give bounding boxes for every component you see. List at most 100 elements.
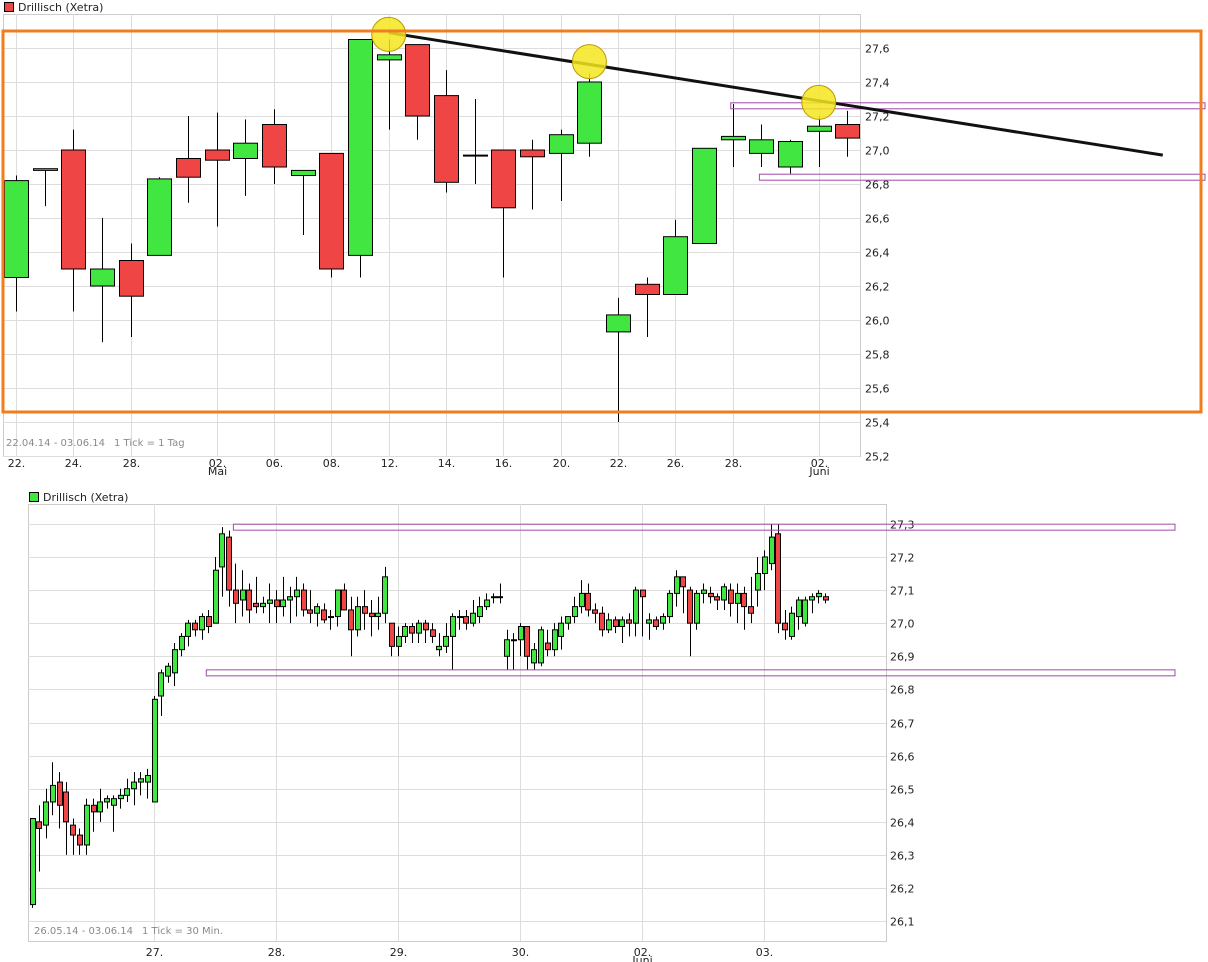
y-tick-label: 25,4 xyxy=(865,417,890,430)
candle-body-up xyxy=(328,616,334,619)
x-tick-label: 14. xyxy=(438,457,456,470)
candle-body-up xyxy=(30,818,36,906)
y-tick-label: 27,0 xyxy=(890,618,915,631)
candle-body-down xyxy=(348,609,354,631)
candle-body-down xyxy=(57,781,63,806)
x-tick-label: 24. xyxy=(65,457,83,470)
candle-body-up xyxy=(816,592,822,598)
candle-body-up xyxy=(470,612,476,624)
candle-body-up xyxy=(294,589,300,598)
candle-body-down xyxy=(835,124,860,139)
candle-body-up xyxy=(416,622,422,634)
candle-body-up xyxy=(646,619,652,624)
candle-body-up xyxy=(511,639,517,642)
candle-body-down xyxy=(520,149,545,158)
candle-body-up xyxy=(809,596,815,601)
candle-body-up xyxy=(97,801,103,813)
candle-body-down xyxy=(319,152,344,270)
candle-body-up xyxy=(531,649,537,664)
candle-body-down xyxy=(491,149,516,209)
candle-body-down xyxy=(782,622,788,631)
candle-body-down xyxy=(206,616,212,627)
y-tick-label: 27,0 xyxy=(865,145,890,158)
highlight-circle xyxy=(571,44,607,80)
candle-body-up xyxy=(477,606,483,618)
x-tick-label: 28. xyxy=(268,946,286,959)
candle-body-up xyxy=(402,625,408,637)
date-range-text: 22.04.14 - 03.06.14 xyxy=(6,438,105,449)
legend-label: Drillisch (Xetra) xyxy=(18,1,103,14)
support-resistance-zone xyxy=(205,669,1176,677)
candle-body-up xyxy=(778,141,803,168)
candle-body-down xyxy=(77,834,83,846)
legend-label: Drillisch (Xetra) xyxy=(43,491,128,504)
candle-body-up xyxy=(355,606,361,631)
candle-body-up xyxy=(199,616,205,631)
candle-body-up xyxy=(50,784,56,803)
candle-body-up xyxy=(796,599,802,618)
x-tick-label: 20. xyxy=(553,457,571,470)
trendline xyxy=(388,31,1164,157)
y-tick-label: 26,0 xyxy=(865,315,890,328)
candle-body-down xyxy=(341,589,347,611)
candle-body-up xyxy=(755,573,761,591)
y-tick-label: 26,6 xyxy=(890,751,915,764)
candle-body-up xyxy=(450,616,456,637)
candle-body-up xyxy=(463,154,488,157)
candle-body-up xyxy=(131,781,137,790)
candle-body-up xyxy=(375,612,381,618)
candle-body-up xyxy=(260,602,266,608)
candle-body-down xyxy=(592,609,598,614)
candle-body-up xyxy=(633,589,639,624)
candle-body-up xyxy=(692,147,717,244)
candle-body-up xyxy=(233,142,258,159)
candle-body-up xyxy=(619,619,625,627)
candle-body-up xyxy=(335,589,341,618)
candle-body-up xyxy=(158,672,164,697)
x-tick-sublabel: Juni xyxy=(808,465,829,478)
candle-body-down xyxy=(321,609,327,621)
y-tick-label: 26,2 xyxy=(890,883,915,896)
x-tick-label: 26. xyxy=(667,457,685,470)
candle-body-down xyxy=(626,619,632,624)
candle-body-down xyxy=(823,596,829,601)
x-tick-label: 29. xyxy=(390,946,408,959)
candle-body-up xyxy=(147,178,172,256)
candle-body-down xyxy=(307,609,313,614)
candle-body-up xyxy=(443,635,449,647)
candle-body-down xyxy=(423,622,429,631)
candle-body-down xyxy=(635,283,660,295)
x-tick-label: 08. xyxy=(323,457,341,470)
candle-body-down xyxy=(687,589,693,624)
candle-body-up xyxy=(749,139,774,154)
candle-body-up xyxy=(138,778,144,783)
x-tick-label: 06. xyxy=(266,457,284,470)
candle-body-down xyxy=(226,536,232,591)
candle-body-down xyxy=(246,589,252,611)
daily-candlestick-chart: 25,225,425,625,826,026,226,426,626,827,0… xyxy=(1,1,1206,478)
candle-body-up xyxy=(287,596,293,601)
candle-body-up xyxy=(348,39,373,256)
candle-body-up xyxy=(789,612,795,637)
candle-body-down xyxy=(91,804,97,813)
candle-body-up xyxy=(457,616,463,619)
y-tick-label: 27,4 xyxy=(865,77,890,90)
candle-body-up xyxy=(667,592,673,618)
highlight-circle xyxy=(371,16,407,52)
candle-body-up xyxy=(291,169,316,176)
candle-body-up xyxy=(104,798,110,803)
candle-body-down xyxy=(524,625,530,657)
candle-body-down xyxy=(63,791,69,823)
x-tick-label: 03. xyxy=(756,946,774,959)
y-tick-label: 26,5 xyxy=(890,784,915,797)
candle-body-up xyxy=(179,635,185,651)
candle-body-up xyxy=(701,589,707,594)
candle-body-up xyxy=(240,589,246,601)
candle-body-up xyxy=(518,625,524,641)
candle-body-down xyxy=(362,606,368,614)
candle-body-up xyxy=(538,629,544,664)
candle-body-up xyxy=(807,125,832,132)
x-tick-label: 22. xyxy=(8,457,26,470)
candle-body-up xyxy=(436,645,442,651)
candle-body-down xyxy=(274,599,280,608)
